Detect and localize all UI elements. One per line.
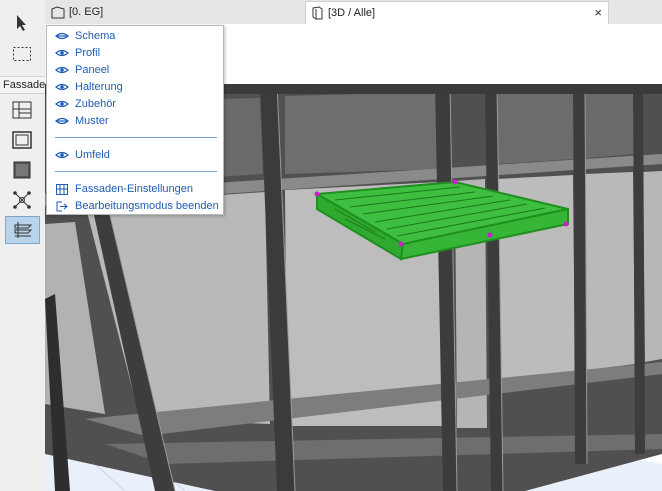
menu-item-label: Bearbeitungsmodus beenden [75, 200, 219, 212]
view-tabbar: [0. EG] [3D / Alle] × [45, 0, 662, 25]
facade-panel-icon[interactable] [6, 157, 38, 183]
cube-3d-icon [310, 6, 324, 20]
menu-item-exit-edit-mode[interactable]: Bearbeitungsmodus beenden [47, 198, 223, 214]
eye-icon [55, 149, 69, 161]
menu-item-umfeld[interactable]: Umfeld [47, 147, 223, 163]
toolbox-section-label: Fassade [0, 76, 48, 94]
tab-3d-view[interactable]: [3D / Alle] × [305, 1, 609, 24]
facade-settings-icon [55, 183, 69, 195]
menu-separator [55, 137, 217, 138]
menu-item-halterung[interactable]: Halterung [47, 79, 223, 95]
menu-item-label: Zubehör [75, 98, 116, 110]
menu-item-label: Umfeld [75, 149, 110, 161]
menu-item-label: Fassaden-Einstellungen [75, 183, 194, 195]
eye-closed-icon [55, 30, 69, 42]
marquee-icon[interactable] [6, 41, 38, 67]
facade-grid-icon[interactable] [6, 97, 38, 123]
floor-plan-icon [51, 5, 65, 19]
eye-icon [55, 98, 69, 110]
eye-closed-icon [55, 115, 69, 127]
eye-icon [55, 81, 69, 93]
close-icon[interactable]: × [594, 5, 602, 20]
eye-icon [55, 47, 69, 59]
eye-icon [55, 64, 69, 76]
menu-item-facade-settings[interactable]: Fassaden-Einstellungen [47, 181, 223, 197]
menu-item-label: Paneel [75, 64, 110, 76]
tab-floor-plan[interactable]: [0. EG] [47, 1, 301, 23]
menu-item-zubehoer[interactable]: Zubehör [47, 96, 223, 112]
menu-item-label: Schema [75, 30, 116, 42]
menu-item-schema[interactable]: Schema [47, 28, 223, 44]
tab-floor-plan-label: [0. EG] [69, 6, 104, 18]
menu-item-muster[interactable]: Muster [47, 113, 223, 129]
arrow-select-icon[interactable] [6, 10, 38, 36]
menu-item-profil[interactable]: Profil [47, 45, 223, 61]
facade-frame-icon[interactable] [6, 127, 38, 153]
menu-item-label: Halterung [75, 81, 123, 93]
menu-item-label: Muster [75, 115, 109, 127]
menu-separator [55, 171, 217, 172]
facade-edit-icon[interactable] [5, 216, 40, 244]
exit-icon [55, 200, 69, 212]
facade-nodes-icon[interactable] [6, 187, 38, 213]
toolbox: Fassade [0, 0, 48, 491]
menu-item-label: Profil [75, 47, 101, 59]
menu-item-paneel[interactable]: Paneel [47, 62, 223, 78]
tab-3d-view-label: [3D / Alle] [328, 7, 376, 19]
facade-visibility-menu: Schema Profil Paneel Halterung Zubehör M… [46, 25, 224, 215]
